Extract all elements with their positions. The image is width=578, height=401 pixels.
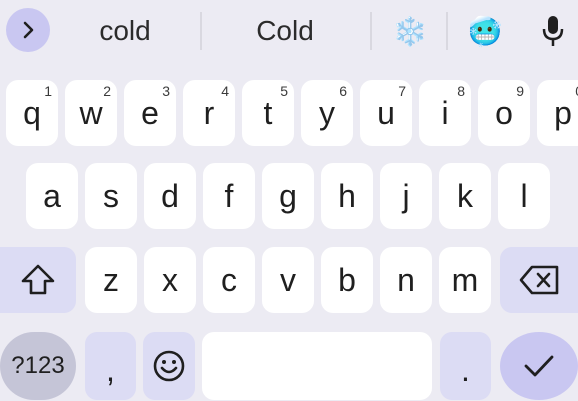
emoji-suggestion-snowflake[interactable]: ❄️ [380,12,440,50]
key-p[interactable]: 0p [537,80,578,146]
key-number-hint: 8 [457,83,465,99]
key-label: s [103,178,119,214]
period-key-label: . [461,352,470,388]
voice-input-button[interactable] [533,12,573,50]
key-l[interactable]: l [498,163,550,229]
key-label: v [280,262,296,298]
key-label: g [279,178,297,214]
key-u[interactable]: 7u [360,80,412,146]
key-label: z [103,262,119,298]
key-label: x [162,262,178,298]
key-number-hint: 6 [339,83,347,99]
suggestion-divider [200,12,202,50]
key-label: d [161,178,179,214]
key-label: e [141,95,159,131]
checkmark-icon [524,355,554,377]
key-label: t [263,95,273,131]
key-number-hint: 7 [398,83,406,99]
suggestion-1[interactable]: cold [55,10,195,52]
key-label: c [221,262,237,298]
key-label: p [554,95,572,131]
key-label: h [338,178,356,214]
key-q[interactable]: 1q [6,80,58,146]
key-s[interactable]: s [85,163,137,229]
key-f[interactable]: f [203,163,255,229]
shift-key[interactable] [0,247,76,313]
key-h[interactable]: h [321,163,373,229]
key-label: i [441,95,449,131]
emoji-key[interactable] [143,332,195,400]
key-label: y [319,95,335,131]
key-label: l [520,178,528,214]
key-z[interactable]: z [85,247,137,313]
shift-icon [21,264,55,295]
comma-key[interactable]: , [85,332,136,400]
key-number-hint: 5 [280,83,288,99]
key-r[interactable]: 4r [183,80,235,146]
microphone-icon [542,16,564,46]
key-label: q [23,95,41,131]
key-label: m [451,262,479,298]
symbols-key-label: ?123 [11,352,65,379]
key-number-hint: 1 [44,83,52,99]
key-w[interactable]: 2w [65,80,117,146]
key-label: j [402,178,410,214]
key-g[interactable]: g [262,163,314,229]
key-i[interactable]: 8i [419,80,471,146]
key-label: f [224,178,234,214]
chevron-right-icon [23,21,34,39]
key-number-hint: 3 [162,83,170,99]
key-label: k [457,178,473,214]
key-number-hint: 2 [103,83,111,99]
key-t[interactable]: 5t [242,80,294,146]
symbols-key[interactable]: ?123 [0,332,76,400]
emoji-suggestion-cold-face[interactable]: 🥶 [455,12,515,50]
key-d[interactable]: d [144,163,196,229]
key-label: a [43,178,61,214]
smiley-icon [153,350,185,382]
suggestion-2[interactable]: Cold [205,10,365,52]
key-y[interactable]: 6y [301,80,353,146]
key-label: r [203,95,215,131]
key-a[interactable]: a [26,163,78,229]
key-k[interactable]: k [439,163,491,229]
key-label: b [338,262,356,298]
suggestion-divider [446,12,448,50]
key-label: u [377,95,395,131]
key-number-hint: 9 [516,83,524,99]
period-key[interactable]: . [440,332,491,400]
key-label: w [79,95,103,131]
key-e[interactable]: 3e [124,80,176,146]
key-c[interactable]: c [203,247,255,313]
expand-toolbar-button[interactable] [6,8,50,52]
key-number-hint: 4 [221,83,229,99]
key-m[interactable]: m [439,247,491,313]
key-n[interactable]: n [380,247,432,313]
space-key[interactable] [202,332,432,400]
key-x[interactable]: x [144,247,196,313]
comma-key-label: , [106,352,115,388]
enter-key[interactable] [500,332,578,400]
key-label: n [397,262,415,298]
key-o[interactable]: 9o [478,80,530,146]
key-b[interactable]: b [321,247,373,313]
suggestion-divider [370,12,372,50]
key-j[interactable]: j [380,163,432,229]
key-v[interactable]: v [262,247,314,313]
backspace-key[interactable] [500,247,578,313]
backspace-icon [519,265,559,295]
key-label: o [495,95,513,131]
suggestion-strip: cold Cold ❄️ 🥶 [0,0,578,62]
